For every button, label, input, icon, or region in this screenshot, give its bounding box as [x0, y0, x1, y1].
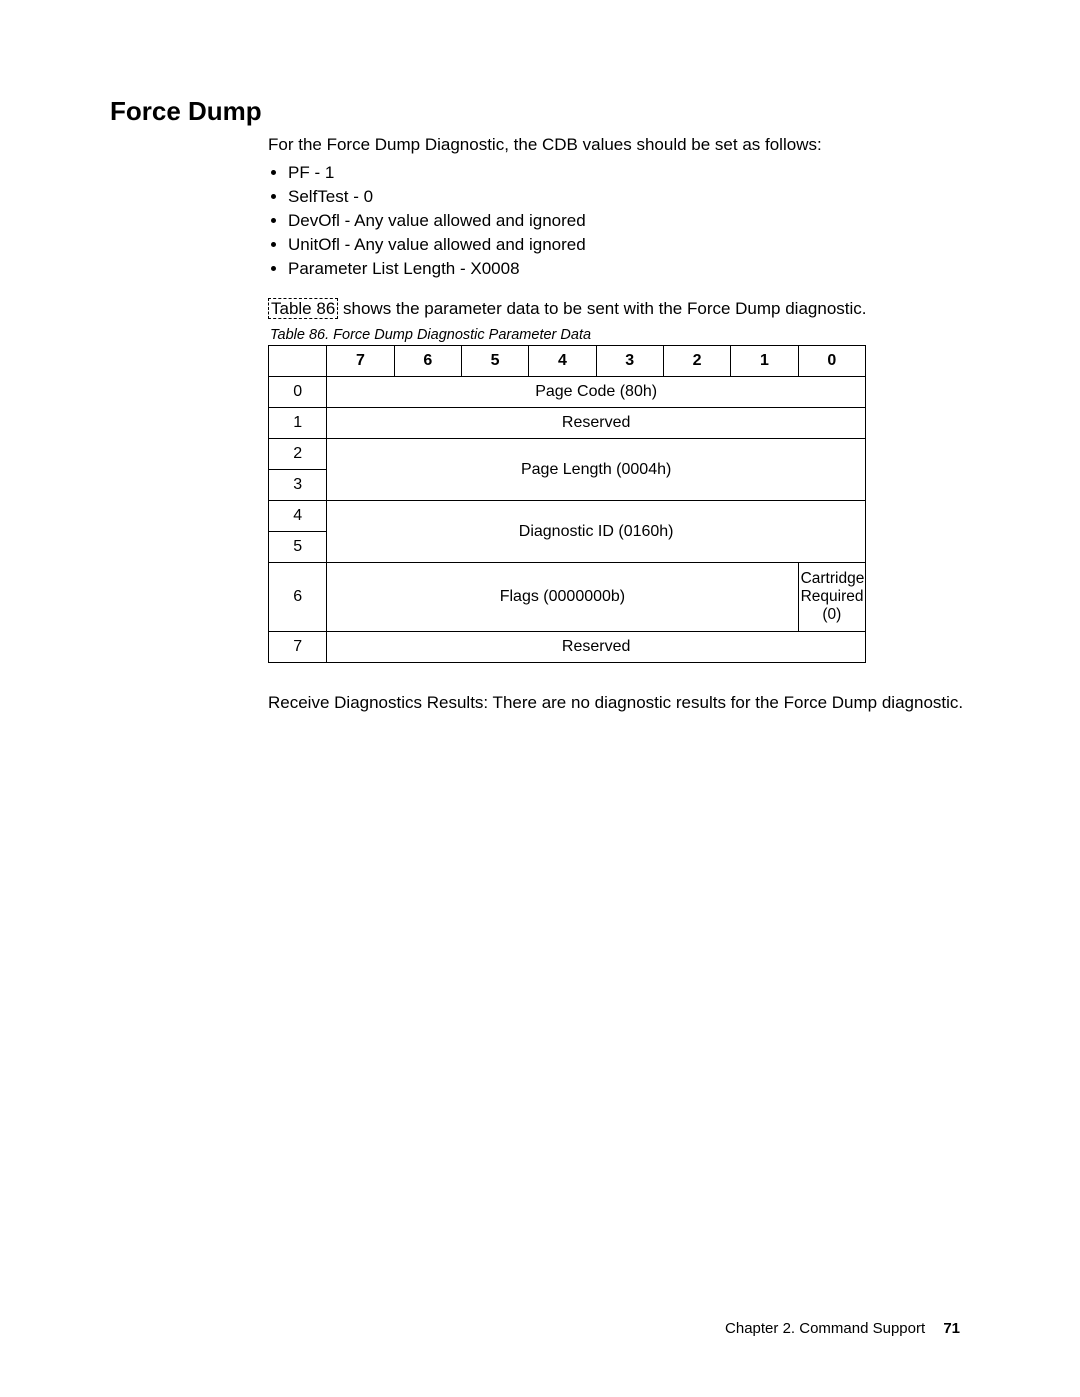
list-item: UnitOfl - Any value allowed and ignored	[288, 235, 970, 255]
bit-header: 1	[731, 346, 798, 377]
table-row: 4 Diagnostic ID (0160h)	[269, 501, 866, 532]
bit-header: 0	[798, 346, 865, 377]
table-caption: Table 86. Force Dump Diagnostic Paramete…	[270, 327, 970, 343]
byte-index-cell: 0	[269, 377, 327, 408]
table-row: 6 Flags (0000000b) Cartridge Required (0…	[269, 563, 866, 632]
cdb-value-list: PF - 1 SelfTest - 0 DevOfl - Any value a…	[268, 163, 970, 279]
byte-index-cell: 6	[269, 563, 327, 632]
footer-chapter: Chapter 2. Command Support	[725, 1320, 925, 1337]
field-cell: Page Code (80h)	[327, 377, 866, 408]
table-row: 0 Page Code (80h)	[269, 377, 866, 408]
list-item: SelfTest - 0	[288, 187, 970, 207]
table-reference-paragraph: Table 86 shows the parameter data to be …	[268, 299, 970, 319]
corner-cell	[269, 346, 327, 377]
byte-index-cell: 3	[269, 470, 327, 501]
footer-page-number: 71	[943, 1320, 960, 1337]
results-paragraph: Receive Diagnostics Results: There are n…	[268, 693, 970, 713]
intro-paragraph: For the Force Dump Diagnostic, the CDB v…	[268, 135, 970, 155]
byte-index-cell: 1	[269, 408, 327, 439]
byte-index-cell: 5	[269, 532, 327, 563]
table-header-row: 7 6 5 4 3 2 1 0	[269, 346, 866, 377]
list-item: DevOfl - Any value allowed and ignored	[288, 211, 970, 231]
table-row: 2 Page Length (0004h)	[269, 439, 866, 470]
byte-index-cell: 7	[269, 632, 327, 663]
table-reference-link[interactable]: Table 86	[268, 298, 338, 319]
field-cell: Diagnostic ID (0160h)	[327, 501, 866, 563]
bit-header: 5	[461, 346, 528, 377]
list-item: PF - 1	[288, 163, 970, 183]
field-cell: Page Length (0004h)	[327, 439, 866, 501]
table-reference-tail: shows the parameter data to be sent with…	[338, 299, 866, 318]
table-row: 1 Reserved	[269, 408, 866, 439]
bit-header: 7	[327, 346, 394, 377]
field-cell: Reserved	[327, 632, 866, 663]
byte-index-cell: 2	[269, 439, 327, 470]
page-footer: Chapter 2. Command Support 71	[725, 1320, 960, 1337]
table-row: 7 Reserved	[269, 632, 866, 663]
list-item: Parameter List Length - X0008	[288, 259, 970, 279]
bit-header: 4	[529, 346, 596, 377]
field-cell: Cartridge Required (0)	[798, 563, 865, 632]
parameter-data-table: 7 6 5 4 3 2 1 0 0 Page Code (80h) 1 Rese…	[268, 345, 866, 663]
field-cell: Reserved	[327, 408, 866, 439]
section-heading: Force Dump	[110, 96, 970, 127]
bit-header: 6	[394, 346, 461, 377]
byte-index-cell: 4	[269, 501, 327, 532]
bit-header: 2	[663, 346, 730, 377]
bit-header: 3	[596, 346, 663, 377]
field-cell: Flags (0000000b)	[327, 563, 798, 632]
